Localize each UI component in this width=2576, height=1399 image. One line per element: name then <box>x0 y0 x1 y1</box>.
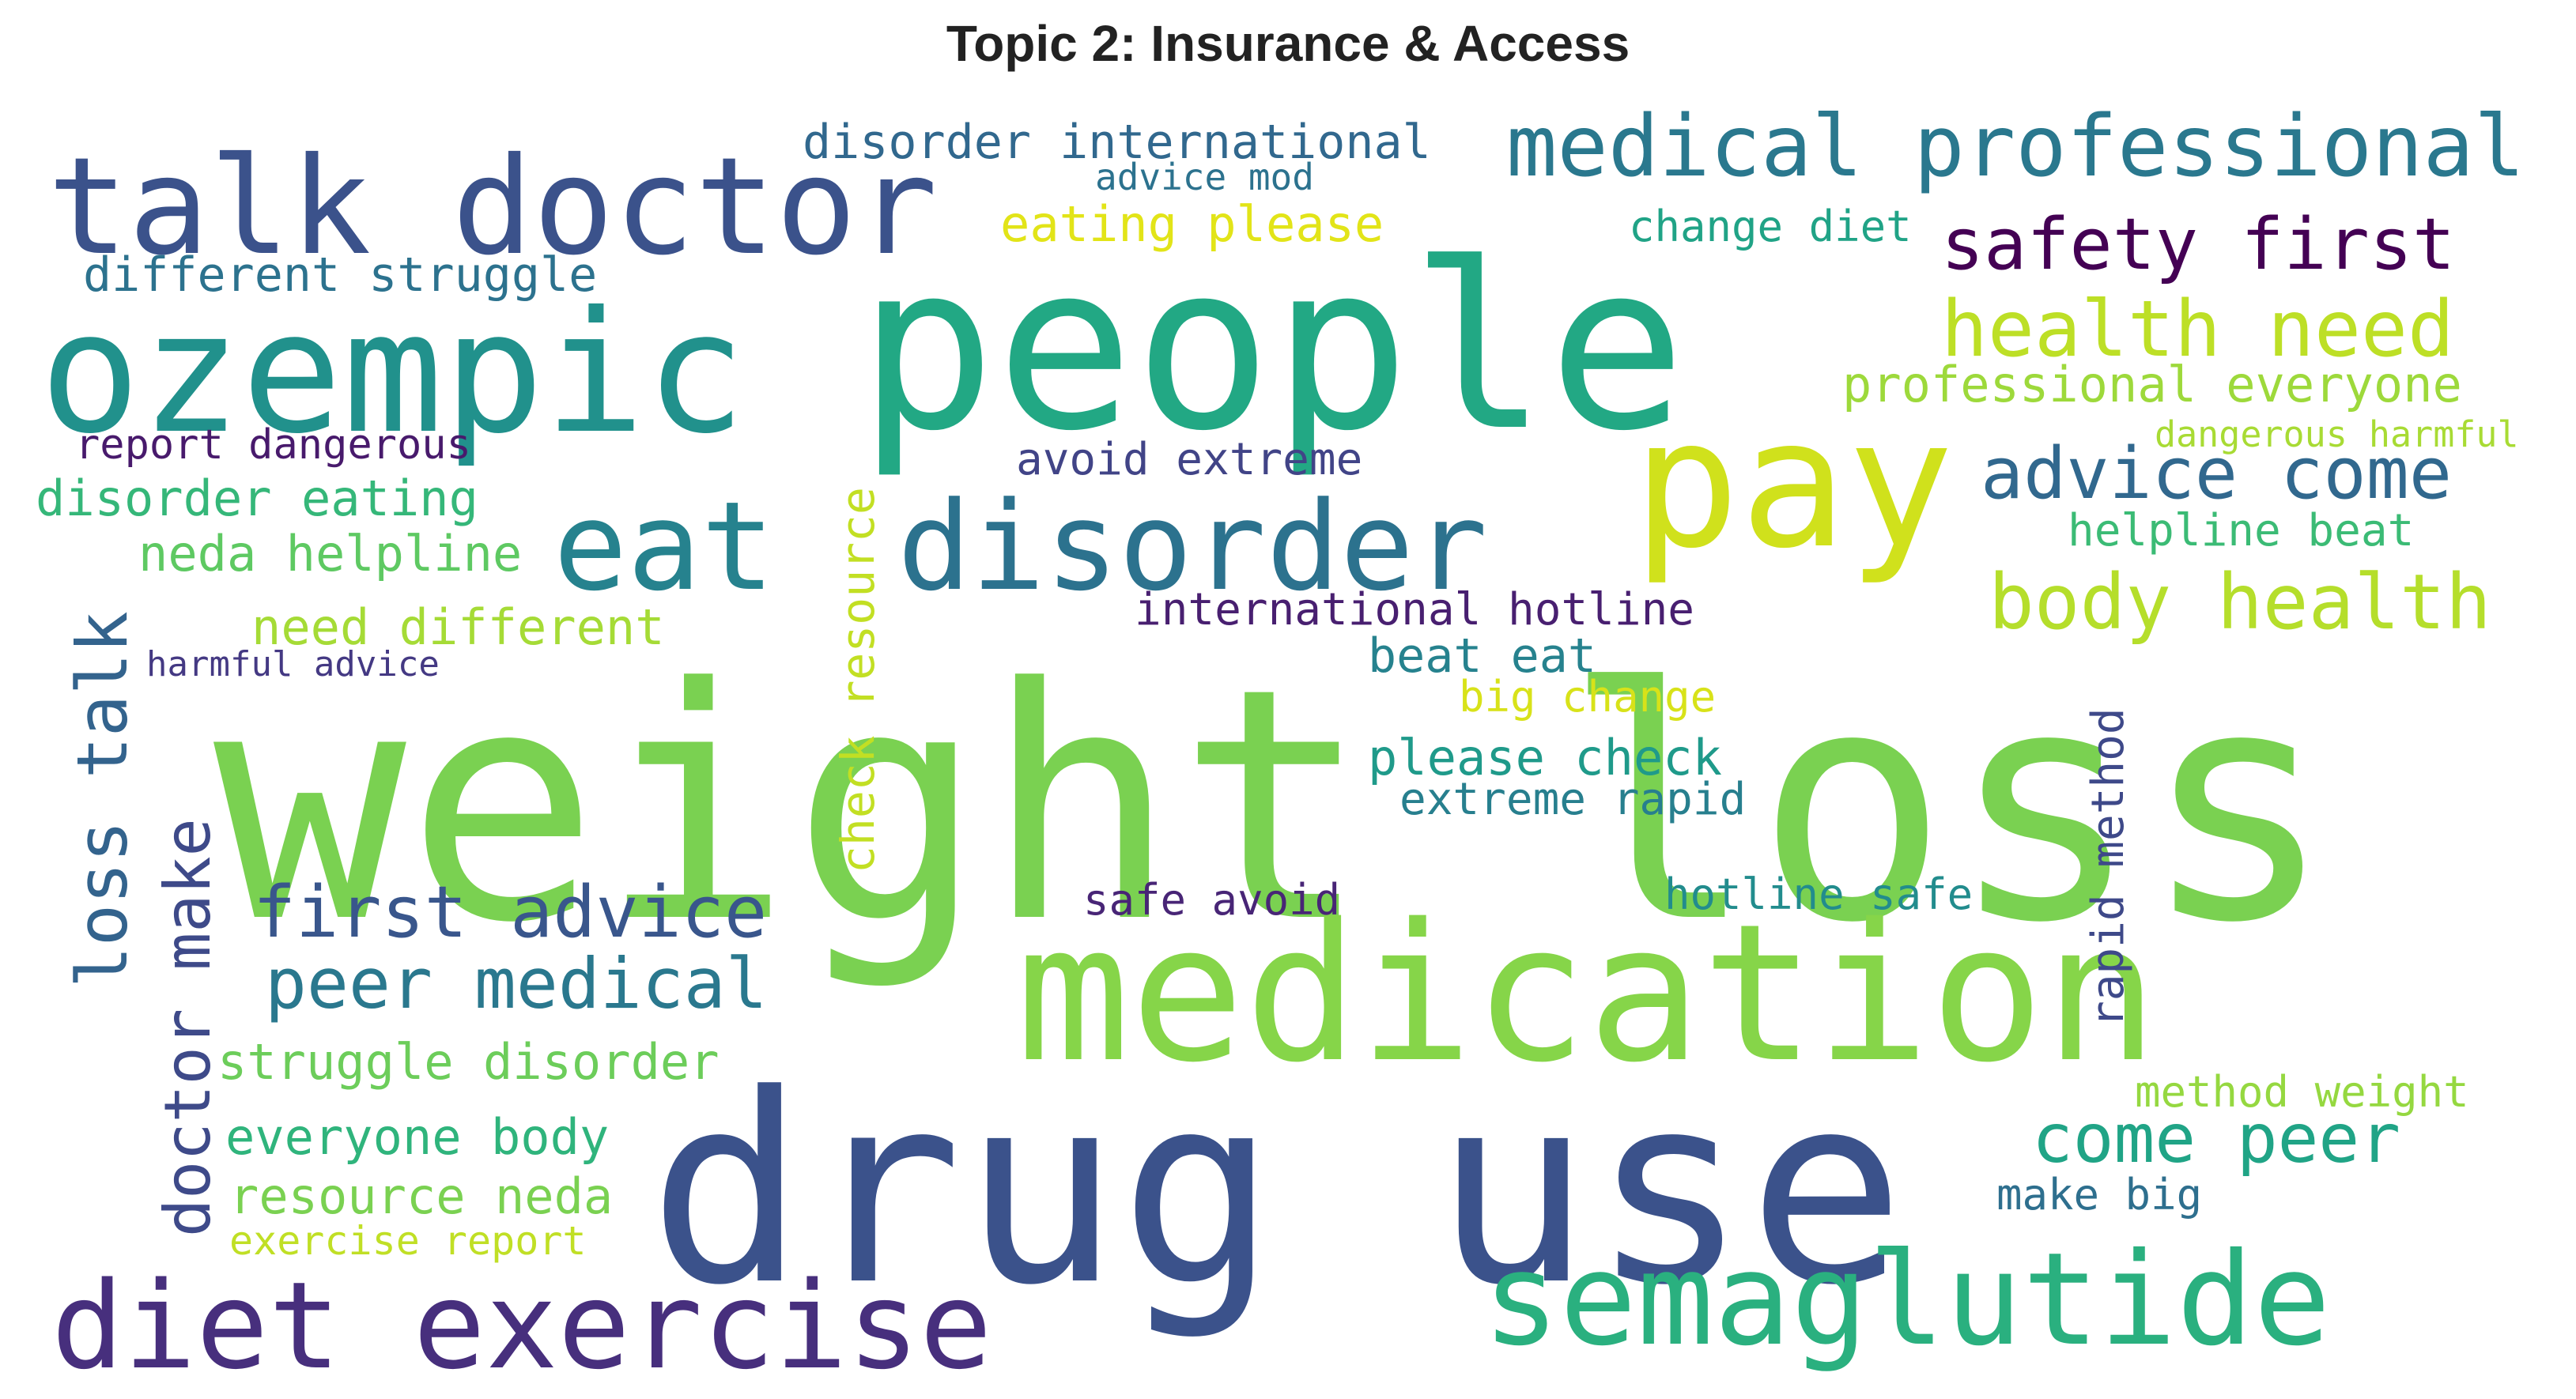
word-professional-everyone: professional everyone <box>1842 356 2462 413</box>
word-cloud-figure: Topic 2: Insurance & Access weight loss p… <box>0 0 2576 1399</box>
word-first-advice: first advice <box>253 871 767 954</box>
word-diet-exercise: diet exercise <box>51 1256 992 1396</box>
word-struggle-disorder: struggle disorder <box>217 1033 720 1091</box>
word-body-health: body health <box>1989 558 2491 647</box>
word-eating-please: eating please <box>1000 195 1384 253</box>
word-doctor-make: doctor make <box>151 818 225 1237</box>
word-medical-professional: medical professional <box>1506 98 2525 196</box>
word-peer-medical: peer medical <box>265 943 768 1024</box>
word-exercise-report: exercise report <box>229 1218 587 1264</box>
word-big-change: big change <box>1459 672 1716 722</box>
word-safe-avoid: safe avoid <box>1083 875 1340 925</box>
word-make-big: make big <box>1996 1170 2202 1220</box>
word-helpline-beat: helpline beat <box>2068 505 2414 556</box>
word-eat: eat <box>553 475 775 618</box>
word-different-struggle: different struggle <box>83 247 597 303</box>
word-report-dangerous: report dangerous <box>75 421 471 469</box>
word-hotline-safe: hotline safe <box>1664 869 1973 919</box>
word-method-weight: method weight <box>2135 1067 2469 1117</box>
word-semaglutide: semaglutide <box>1483 1226 2331 1374</box>
word-extreme-rapid: extreme rapid <box>1399 774 1746 825</box>
word-neda-helpline: neda helpline <box>138 525 522 583</box>
word-safety-first: safety first <box>1941 203 2455 286</box>
word-check-resource: check resource <box>831 487 885 873</box>
word-harmful-advice: harmful advice <box>146 644 440 684</box>
word-resource-neda: resource neda <box>229 1167 613 1225</box>
word-change-diet: change diet <box>1629 202 1912 251</box>
word-disorder-eating: disorder eating <box>36 469 478 527</box>
word-dangerous-harmful: dangerous harmful <box>2155 413 2519 455</box>
word-advice-mod: advice mod <box>1095 156 1314 198</box>
word-avoid-extreme: avoid extreme <box>1016 434 1362 485</box>
word-cloud: weight losspeopledrug usemedicationozemp… <box>36 98 2525 1396</box>
word-loss-talk: loss talk <box>62 611 143 988</box>
word-everyone-body: everyone body <box>225 1108 609 1166</box>
word-rapid-method: rapid method <box>2083 707 2134 1028</box>
